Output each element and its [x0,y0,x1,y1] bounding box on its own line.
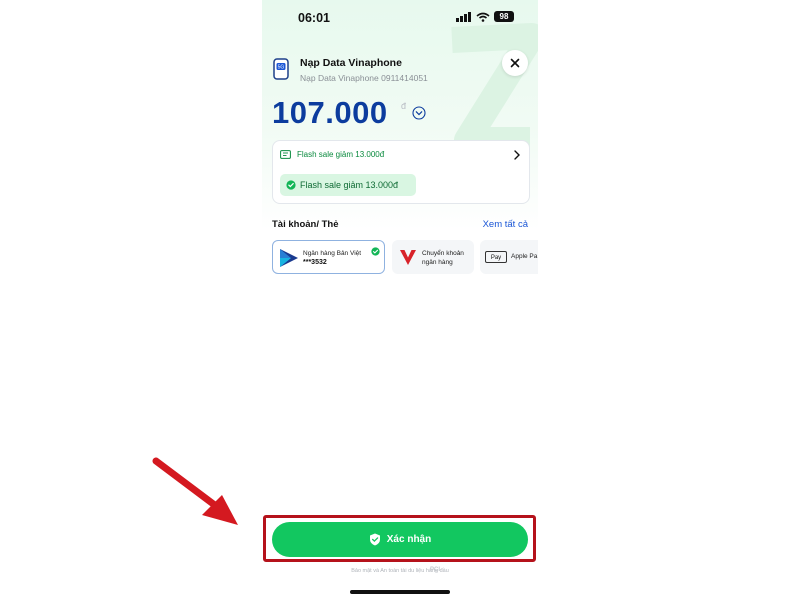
page-subtitle: Nạp Data Vinaphone 0911414051 [300,73,428,83]
promo-card[interactable]: Flash sale giảm 13.000đ Flash sale giảm … [272,140,530,204]
payment-method-number: ***3532 [303,259,327,266]
payment-method-apple-pay[interactable]: Pay Apple Pa [480,240,538,274]
ban-viet-bank-logo-icon [280,249,298,267]
bank-transfer-logo-icon [400,250,416,265]
cellular-signal-icon [456,11,471,22]
amount-currency: đ [401,101,407,111]
page-title: Nạp Data Vinaphone [300,57,402,69]
annotation-highlight-box [263,515,536,562]
amount-value: 107.000 [272,95,388,130]
battery-indicator: 98 [494,11,514,22]
payment-method-ban-viet[interactable]: Ngân hàng Bản Việt ***3532 [272,240,385,274]
phone-sim-icon: 5G [273,58,289,80]
screenshot-stage: 06:01 98 5G Nạp Data Vinaphone Nạp Data … [0,0,800,600]
footer-security-note: Bảo mật và An toàn tài du liệu hàng đầu [351,568,449,574]
sim-badge-text: 5G [278,65,285,71]
selected-check-icon [371,247,380,256]
promo-row[interactable]: Flash sale giảm 13.000đ [280,150,384,159]
apple-pay-logo-icon: Pay [485,251,507,263]
promo-chip[interactable]: Flash sale giảm 13.000đ [280,174,416,196]
phone-screen: 06:01 98 5G Nạp Data Vinaphone Nạp Data … [262,0,538,600]
payment-section-title: Tài khoản/ Thẻ [272,219,339,230]
pci-badge: PCI [430,567,441,573]
payment-method-name: Chuyển khoản ngân hàng [422,250,464,266]
status-time: 06:01 [298,11,330,25]
status-icons: 98 [456,11,514,22]
status-bar: 06:01 98 [262,0,538,36]
promo-row-text: Flash sale giảm 13.000đ [297,150,385,159]
check-circle-icon [286,180,296,190]
chevron-down-icon[interactable] [412,106,426,120]
voucher-icon [280,150,291,159]
annotation-arrow-icon [152,457,238,525]
chevron-right-icon [514,150,520,160]
home-indicator[interactable] [350,590,450,594]
close-icon [510,58,520,68]
payment-method-name: Apple Pa [511,253,538,260]
wifi-icon [476,12,490,22]
payment-method-name: Ngân hàng Bản Việt [303,250,362,257]
payment-method-bank-transfer[interactable]: Chuyển khoản ngân hàng [392,240,474,274]
see-all-link[interactable]: Xem tất cả [483,219,528,230]
close-button[interactable] [502,50,528,76]
promo-chip-text: Flash sale giảm 13.000đ [300,180,399,190]
